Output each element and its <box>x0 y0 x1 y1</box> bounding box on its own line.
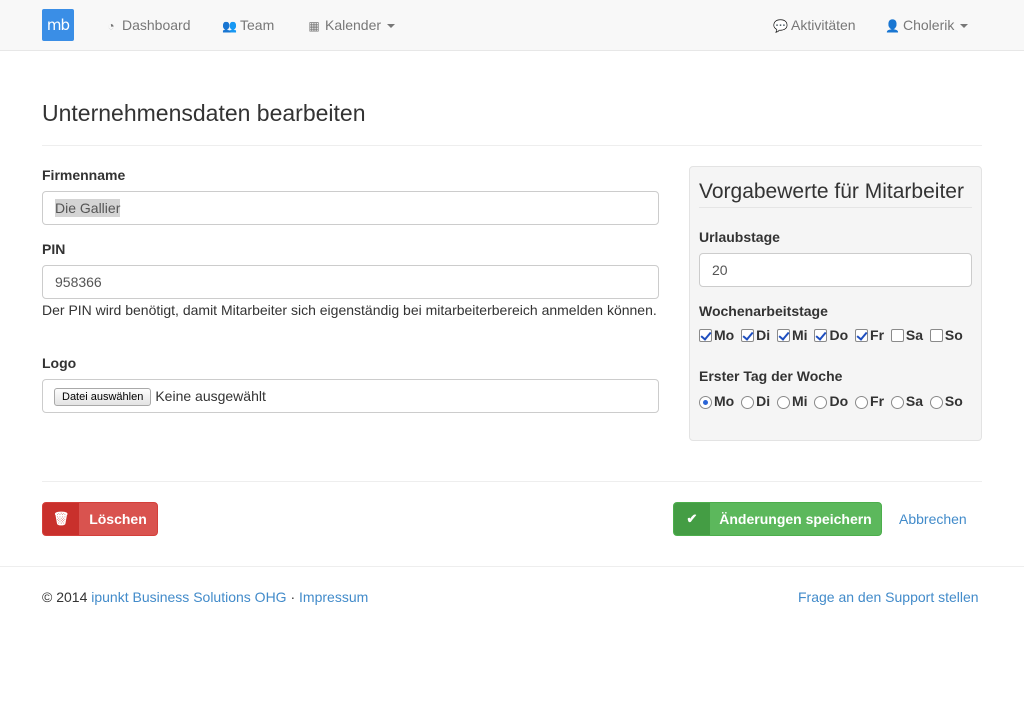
nav-calendar-dropdown[interactable]: ▦ Kalender <box>307 0 396 50</box>
first-day-sa-label: Sa <box>905 393 924 409</box>
pin-label: PIN <box>42 241 66 257</box>
first-day-so-label: So <box>944 393 963 409</box>
panel-divider <box>699 207 972 208</box>
brand-logo[interactable]: mb <box>42 9 74 41</box>
actions-divider <box>42 481 982 482</box>
first-day-so-radio[interactable] <box>929 396 943 409</box>
copyright-text: © 2014 <box>42 589 88 605</box>
save-button-label: Änderungen speichern <box>719 511 872 527</box>
workdays-label: Wochenarbeitstage <box>699 303 828 319</box>
workday-di-label: Di <box>756 327 771 343</box>
nav-user-dropdown[interactable]: 👤 Cholerik <box>885 0 969 50</box>
workday-mi-label: Mi <box>792 327 808 343</box>
delete-button[interactable]: 🗑 Löschen <box>42 502 158 536</box>
vacation-days-value: 20 <box>712 262 728 278</box>
company-name-label: Firmenname <box>42 167 126 183</box>
chevron-down-icon <box>387 24 396 29</box>
workday-do-checkbox[interactable] <box>814 329 828 342</box>
users-icon: 👥 <box>222 19 237 33</box>
company-name-value: Die Gallier <box>55 199 121 217</box>
cancel-link[interactable]: Abbrechen <box>899 511 967 527</box>
nav-activities[interactable]: 💬 Aktivitäten <box>773 0 856 50</box>
first-day-fr-radio[interactable] <box>855 396 869 409</box>
check-icon: ✔ <box>674 503 710 535</box>
defaults-panel-title: Vorgabewerte für Mitarbeiter <box>699 180 964 203</box>
first-weekday-radios: Mo Di Mi Do Fr Sa So <box>699 393 966 413</box>
footer-separator: · <box>290 589 296 605</box>
top-navbar: mb ◔ Dashboard 👥 Team ▦ Kalender 💬 Aktivität… <box>0 0 1024 51</box>
first-weekday-label: Erster Tag der Woche <box>699 368 843 384</box>
first-day-di-radio[interactable] <box>741 396 755 409</box>
nav-dashboard-label: Dashboard <box>122 17 191 33</box>
comment-icon: 💬 <box>773 19 788 33</box>
vacation-days-label: Urlaubstage <box>699 229 780 245</box>
workday-mo-checkbox[interactable] <box>699 329 712 342</box>
first-day-fr-label: Fr <box>870 393 885 409</box>
save-changes-button[interactable]: ✔ Änderungen speichern <box>673 502 882 536</box>
logo-file-field: Datei auswählen Keine ausgewählt <box>42 379 659 413</box>
vacation-days-input[interactable]: 20 <box>699 253 972 287</box>
file-status: Keine ausgewählt <box>155 388 266 404</box>
workday-so-checkbox[interactable] <box>929 329 943 342</box>
chevron-down-icon <box>960 24 969 29</box>
support-link[interactable]: Frage an den Support stellen <box>798 589 979 605</box>
workday-sa-label: Sa <box>905 327 924 343</box>
workday-mi-checkbox[interactable] <box>777 329 790 342</box>
company-link[interactable]: ipunkt Business Solutions OHG <box>91 589 286 605</box>
nav-activities-label: Aktivitäten <box>791 17 856 33</box>
workday-mo-label: Mo <box>714 327 735 343</box>
first-day-do-radio[interactable] <box>814 396 828 409</box>
first-day-sa-radio[interactable] <box>890 396 904 409</box>
pin-input[interactable]: 958366 <box>42 265 659 299</box>
first-day-mo-label: Mo <box>714 393 735 409</box>
nav-user-label: Cholerik <box>903 17 955 33</box>
title-divider <box>42 145 982 146</box>
imprint-link[interactable]: Impressum <box>299 589 368 605</box>
workday-fr-label: Fr <box>870 327 885 343</box>
nav-team[interactable]: 👥 Team <box>222 0 274 50</box>
page-title: Unternehmensdaten bearbeiten <box>42 100 366 126</box>
delete-button-label: Löschen <box>89 511 147 527</box>
trash-icon: 🗑 <box>43 503 79 535</box>
first-day-di-label: Di <box>756 393 771 409</box>
pin-help-text: Der PIN wird benötigt, damit Mitarbeiter… <box>42 302 657 318</box>
first-day-mo-radio[interactable] <box>699 396 712 409</box>
workdays-checkboxes: Mo Di Mi Do Fr Sa So <box>699 327 966 347</box>
footer-left: © 2014 ipunkt Business Solutions OHG · I… <box>42 589 368 605</box>
logo-label: Logo <box>42 355 77 371</box>
company-name-input[interactable]: Die Gallier <box>42 191 659 225</box>
defaults-panel: Vorgabewerte für Mitarbeiter Urlaubstage… <box>689 166 982 441</box>
nav-team-label: Team <box>240 17 275 33</box>
workday-sa-checkbox[interactable] <box>890 329 904 342</box>
choose-file-button[interactable]: Datei auswählen <box>54 388 152 406</box>
nav-dashboard[interactable]: ◔ Dashboard <box>104 0 191 50</box>
workday-so-label: So <box>944 327 963 343</box>
nav-calendar-label: Kalender <box>325 17 382 33</box>
first-day-mi-label: Mi <box>792 393 808 409</box>
workday-do-label: Do <box>829 327 849 343</box>
dashboard-icon: ◔ <box>107 19 115 33</box>
first-day-do-label: Do <box>829 393 849 409</box>
footer-divider <box>0 566 1024 567</box>
first-day-mi-radio[interactable] <box>777 396 790 409</box>
workday-di-checkbox[interactable] <box>741 329 755 342</box>
user-icon: 👤 <box>885 19 900 33</box>
workday-fr-checkbox[interactable] <box>855 329 869 342</box>
pin-value: 958366 <box>55 274 102 290</box>
calendar-icon: ▦ <box>308 19 320 33</box>
